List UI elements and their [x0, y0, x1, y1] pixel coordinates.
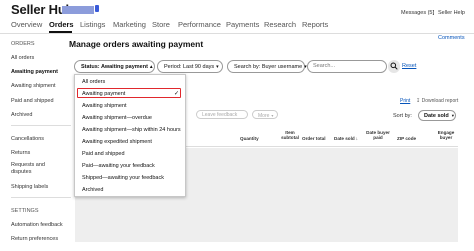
- sidebar-heading-settings: SETTINGS: [11, 208, 39, 214]
- period-filter-label: Period: Last 90 days: [164, 64, 215, 70]
- sidebar-item-awaiting-shipment[interactable]: Awaiting shipment: [11, 83, 56, 89]
- sidebar-item-awaiting-payment[interactable]: Awaiting payment: [11, 69, 58, 75]
- search-by-button[interactable]: Search by: Buyer username ▾: [227, 60, 307, 73]
- chevron-down-icon: ▾: [451, 113, 455, 118]
- dropdown-option-paid-awaiting-feedback[interactable]: Paid—awaiting your feedback: [82, 163, 155, 169]
- more-label: More: [258, 113, 270, 119]
- search-icon: [390, 62, 398, 70]
- column-header-engage-buyer[interactable]: Engage buyer: [434, 130, 458, 140]
- sidebar-item-all-orders[interactable]: All orders: [11, 55, 34, 61]
- sidebar-item-shipping-labels[interactable]: Shipping labels: [11, 184, 48, 190]
- tab-performance[interactable]: Performance: [178, 20, 221, 29]
- dropdown-option-archived[interactable]: Archived: [82, 187, 103, 193]
- page-title: Manage orders awaiting payment: [69, 39, 204, 49]
- tab-payments[interactable]: Payments: [226, 20, 259, 29]
- tab-orders[interactable]: Orders: [49, 20, 74, 29]
- search-button[interactable]: [388, 60, 400, 73]
- dropdown-option-all-orders[interactable]: All orders: [82, 79, 105, 85]
- sidebar-heading-orders: ORDERS: [11, 41, 35, 47]
- column-header-order-total[interactable]: Order total: [302, 136, 325, 141]
- sidebar-item-paid-and-shipped[interactable]: Paid and shipped: [11, 98, 54, 104]
- sidebar-divider: [11, 125, 71, 126]
- download-icon: ↧: [416, 98, 421, 104]
- tab-reports[interactable]: Reports: [302, 20, 328, 29]
- dropdown-option-ship-within-24h[interactable]: Awaiting shipment—ship within 24 hours: [82, 127, 181, 133]
- status-dropdown-menu: All orders Awaiting payment ✓ Awaiting s…: [74, 74, 186, 197]
- date-sold-label: Date sold: [334, 136, 355, 141]
- reset-link[interactable]: Reset: [402, 63, 416, 69]
- messages-link[interactable]: Messages (5): [401, 10, 434, 16]
- period-filter-button[interactable]: Period: Last 90 days ▾: [157, 60, 223, 73]
- leave-feedback-button[interactable]: Leave feedback: [196, 110, 248, 119]
- comments-link[interactable]: Comments: [438, 35, 465, 41]
- more-button[interactable]: More ▾: [252, 110, 278, 119]
- sidebar-divider: [11, 197, 71, 198]
- download-report-label: Download report: [421, 98, 459, 104]
- sort-arrow-icon: ↓: [355, 136, 358, 141]
- dropdown-option-awaiting-shipment[interactable]: Awaiting shipment: [82, 103, 127, 109]
- table-header-divider: [186, 146, 458, 147]
- search-input[interactable]: Search...: [307, 60, 387, 73]
- chevron-up-icon: ▴: [149, 64, 153, 70]
- checkmark-icon: ✓: [174, 91, 180, 97]
- chevron-down-icon: ▾: [271, 113, 274, 118]
- sort-by-select[interactable]: Date sold ▾: [418, 110, 456, 121]
- sidebar-item-archived[interactable]: Archived: [11, 112, 32, 118]
- sidebar-item-cancellations[interactable]: Cancellations: [11, 136, 44, 142]
- chevron-down-icon: ▾: [216, 64, 219, 70]
- masked-username: [62, 6, 94, 14]
- nav-divider: [0, 33, 474, 34]
- print-link[interactable]: Print: [400, 98, 410, 104]
- dropdown-option-shipped-awaiting-feedback[interactable]: Shipped—awaiting your feedback: [82, 175, 164, 181]
- column-header-zip-code[interactable]: ZIP code: [397, 136, 416, 141]
- tab-research[interactable]: Research: [264, 20, 296, 29]
- column-header-date-sold[interactable]: Date sold↓: [334, 136, 358, 141]
- dropdown-option-expedited[interactable]: Awaiting expedited shipment: [82, 139, 152, 145]
- sidebar-item-return-preferences[interactable]: Return preferences: [11, 236, 58, 242]
- search-by-label: Search by: Buyer username: [234, 64, 303, 70]
- dropdown-option-paid-and-shipped[interactable]: Paid and shipped: [82, 151, 125, 157]
- header-separator: |: [433, 10, 435, 16]
- seller-help-link[interactable]: Seller Help: [438, 10, 465, 16]
- column-header-quantity[interactable]: Quantity: [240, 136, 259, 141]
- column-header-date-buyer-paid[interactable]: Date buyer paid: [364, 130, 392, 140]
- dropdown-option-awaiting-payment[interactable]: Awaiting payment: [82, 91, 125, 97]
- sort-by-label: Sort by:: [393, 113, 412, 119]
- tab-listings[interactable]: Listings: [80, 20, 105, 29]
- tab-marketing[interactable]: Marketing: [113, 20, 146, 29]
- user-icon[interactable]: [95, 5, 99, 12]
- column-header-item-subtotal[interactable]: Item subtotal: [277, 130, 303, 140]
- dropdown-option-awaiting-shipment-overdue[interactable]: Awaiting shipment—overdue: [82, 115, 152, 121]
- tab-store[interactable]: Store: [152, 20, 170, 29]
- download-report-link[interactable]: ↧ Download report: [416, 98, 458, 104]
- status-filter-label: Status: Awaiting payment: [81, 64, 148, 70]
- sidebar-item-returns[interactable]: Returns: [11, 150, 30, 156]
- sidebar-item-automation-feedback[interactable]: Automation feedback: [11, 222, 63, 228]
- sidebar-item-requests-disputes[interactable]: Requests and disputes: [11, 162, 61, 176]
- tab-overview[interactable]: Overview: [11, 20, 42, 29]
- sort-by-value: Date sold: [424, 113, 449, 119]
- status-filter-button[interactable]: Status: Awaiting payment ▴: [74, 60, 155, 73]
